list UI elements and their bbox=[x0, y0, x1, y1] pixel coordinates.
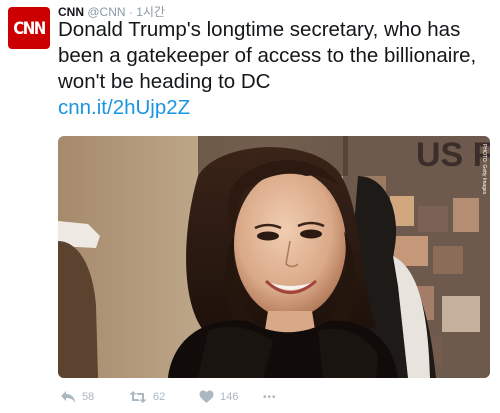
heart-icon bbox=[199, 390, 214, 403]
tweet-link[interactable]: cnn.it/2hUjp2Z bbox=[58, 95, 490, 121]
retweet-button[interactable]: 62 bbox=[129, 388, 165, 406]
photo-credit: PHOTO: Getty Images bbox=[481, 144, 487, 195]
more-options-button[interactable]: ••• bbox=[263, 388, 277, 406]
reply-icon bbox=[61, 391, 75, 403]
tweet-actions: 58 62 146 ••• bbox=[58, 388, 490, 406]
reply-button[interactable]: 58 bbox=[60, 388, 94, 406]
background-sign-text: US F bbox=[416, 136, 490, 174]
tweet-text: Donald Trump's longtime secretary, who h… bbox=[58, 18, 477, 93]
tweet-body: Donald Trump's longtime secretary, who h… bbox=[58, 17, 490, 121]
tweet-photo[interactable]: US F PHOTO: Getty Images bbox=[58, 136, 490, 378]
avatar[interactable]: CNN bbox=[8, 7, 50, 49]
reply-count: 58 bbox=[82, 391, 95, 403]
tweet-card: CNN CNN @CNN · 1시간 Donald Trump's longti… bbox=[0, 0, 500, 413]
avatar-logo-text: CNN bbox=[13, 17, 46, 39]
like-button[interactable]: 146 bbox=[199, 388, 238, 406]
like-count: 146 bbox=[220, 391, 239, 403]
more-icon: ••• bbox=[263, 391, 277, 403]
retweet-icon bbox=[129, 391, 147, 403]
retweet-count: 62 bbox=[153, 391, 166, 403]
